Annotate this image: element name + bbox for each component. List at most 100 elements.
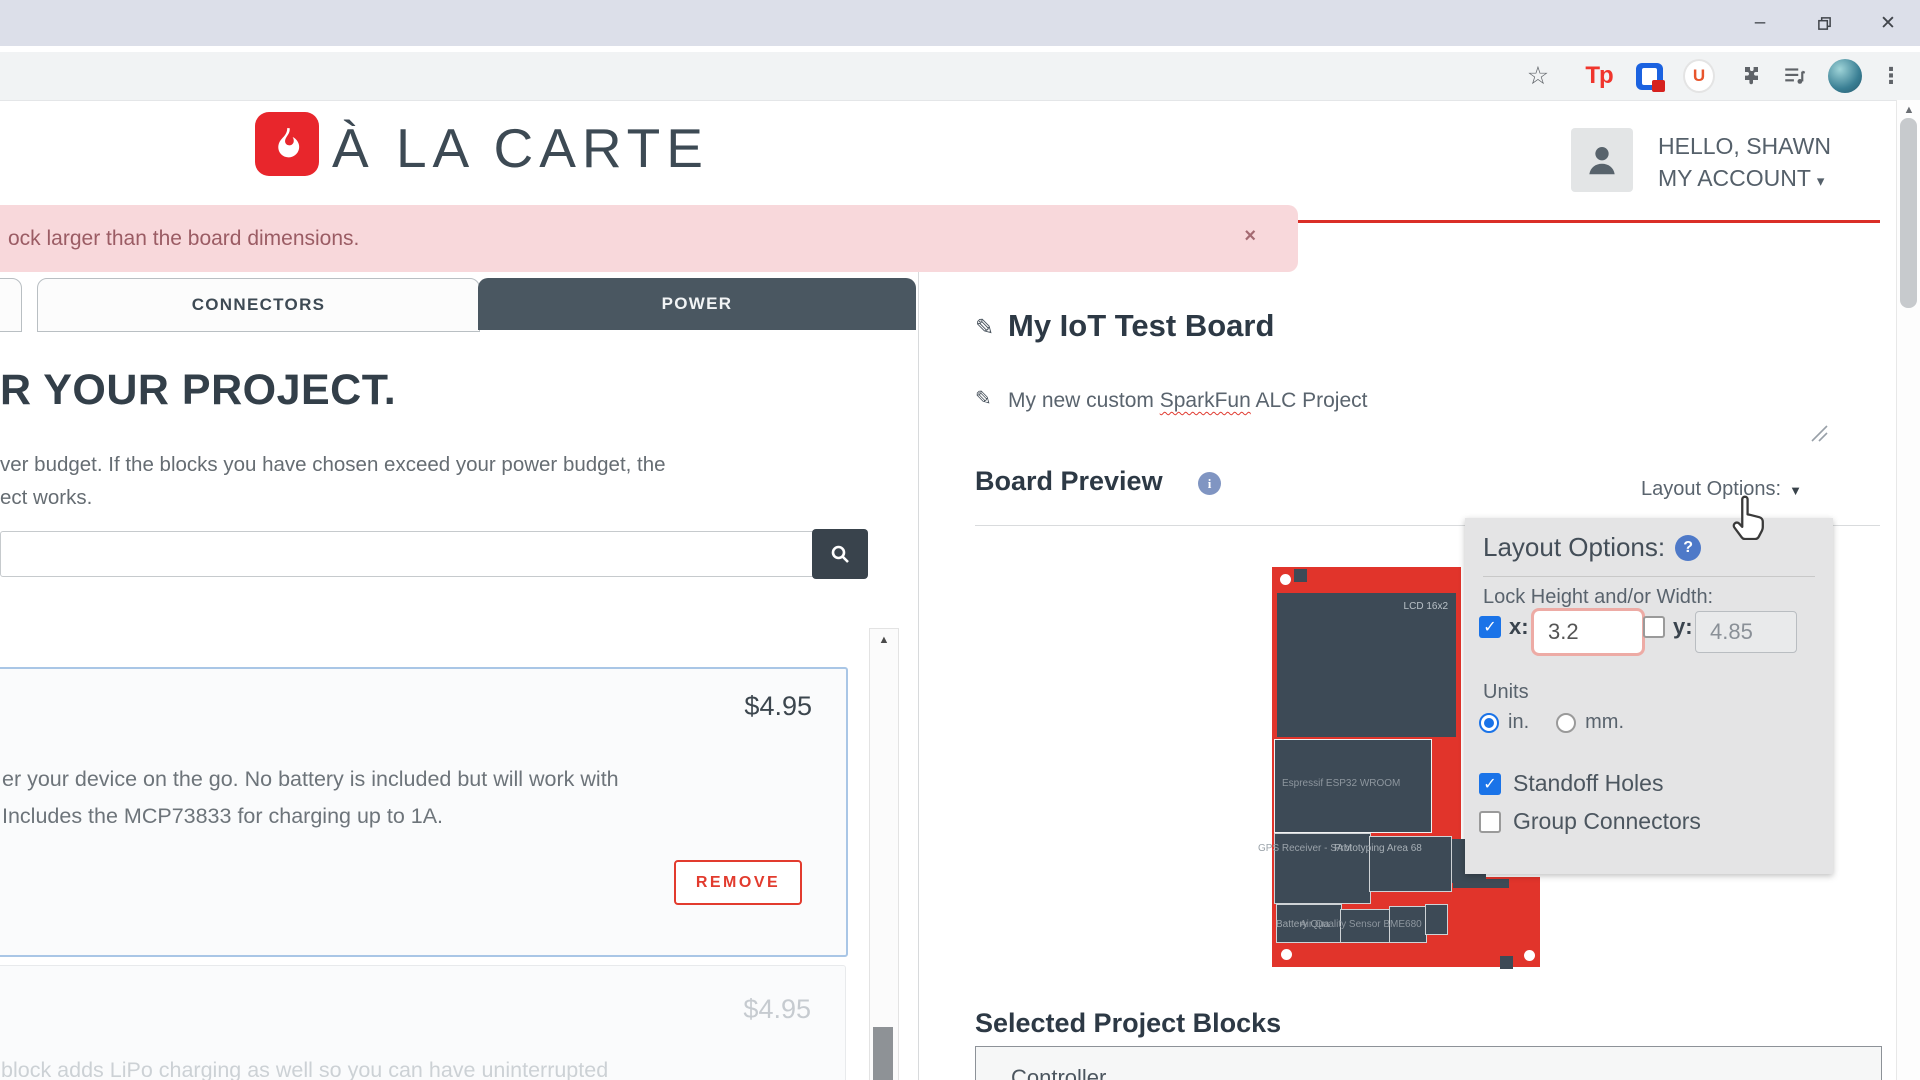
- lock-label: Lock Height and/or Width:: [1483, 586, 1713, 609]
- standoff-label: Standoff Holes: [1513, 770, 1663, 797]
- intro-line1: ver budget. If the blocks you have chose…: [0, 448, 780, 481]
- group-connectors-checkbox[interactable]: [1479, 811, 1501, 833]
- pcb-component: [1294, 569, 1307, 582]
- account-avatar[interactable]: [1571, 128, 1633, 192]
- browser-menu-icon[interactable]: ⋮: [1878, 52, 1904, 100]
- window-close-button[interactable]: ✕: [1856, 0, 1920, 46]
- scroll-up-icon[interactable]: ▲: [870, 634, 898, 646]
- board-title[interactable]: My IoT Test Board: [1008, 308, 1274, 344]
- group-row: Group Connectors: [1479, 808, 1701, 835]
- intro-line2: ect works.: [0, 481, 780, 514]
- flame-icon: [267, 124, 307, 164]
- resize-grip-icon[interactable]: [1808, 422, 1830, 449]
- caret-down-icon: ▼: [1789, 483, 1802, 498]
- tp-glyph: Tp: [1585, 62, 1612, 90]
- popup-divider: [1483, 576, 1815, 577]
- list-scrollbar[interactable]: ▲: [869, 628, 899, 1080]
- product-description: er your device on the go. No battery is …: [2, 761, 619, 835]
- window-restore-button[interactable]: [1792, 0, 1856, 46]
- browser-toolbar: ☆ Tp U ⋮: [0, 52, 1920, 101]
- restore-icon: [1817, 16, 1832, 31]
- board-preview-heading: Board Preview: [975, 466, 1163, 497]
- block-bar: [1453, 879, 1509, 888]
- alert-close-icon[interactable]: ×: [1244, 225, 1256, 248]
- search-icon: [828, 542, 852, 566]
- bookmark-star-icon[interactable]: ☆: [1522, 52, 1554, 100]
- product-card-next[interactable]: $4.95 block adds LiPo charging as well s…: [0, 965, 846, 1080]
- unit-mm-radio[interactable]: [1556, 713, 1576, 733]
- selected-blocks-panel: Controller: [975, 1046, 1882, 1080]
- block-lcd[interactable]: LCD 16x2: [1277, 593, 1456, 737]
- pcb-component: [1500, 956, 1513, 969]
- greeting-text: HELLO, SHAWN: [1658, 130, 1831, 162]
- search-input[interactable]: [0, 531, 824, 577]
- product-card-selected[interactable]: $4.95 er your device on the go. No batte…: [0, 667, 848, 957]
- x-lock-checkbox[interactable]: ✓: [1479, 616, 1501, 638]
- unit-in-radio[interactable]: [1479, 713, 1499, 733]
- screen: – ✕ ☆ Tp U ⋮ À LA CARTE HELLO, SHAWN MY …: [0, 0, 1920, 1080]
- profile-avatar[interactable]: [1827, 52, 1863, 100]
- window-minimize-button[interactable]: –: [1728, 0, 1792, 46]
- list-scrollbar-thumb[interactable]: [873, 1027, 893, 1080]
- edit-description-icon[interactable]: ✎: [975, 386, 992, 411]
- chevron-down-icon: ▾: [1817, 173, 1825, 190]
- mouse-cursor-hand: [1723, 490, 1773, 545]
- group-label: Group Connectors: [1513, 808, 1701, 835]
- scroll-up-icon[interactable]: ▲: [1897, 104, 1920, 116]
- edit-title-icon[interactable]: ✎: [975, 314, 994, 341]
- product-description: block adds LiPo charging as well so you …: [1, 1052, 608, 1080]
- selected-blocks-heading: Selected Project Blocks: [975, 1008, 1281, 1039]
- layout-options-toggle[interactable]: Layout Options:▼: [1641, 478, 1802, 501]
- y-lock-row: y:: [1643, 614, 1693, 640]
- x-lock-row: ✓ x:: [1479, 614, 1529, 640]
- x-dimension-input[interactable]: [1531, 608, 1645, 656]
- board-description[interactable]: My new custom SparkFun ALC Project: [1008, 389, 1368, 413]
- remove-button[interactable]: REMOVE: [674, 860, 802, 905]
- reading-list-icon[interactable]: [1780, 52, 1810, 100]
- u-glyph: U: [1683, 59, 1715, 93]
- popup-title: Layout Options: ?: [1483, 532, 1701, 563]
- standoff-row: ✓ Standoff Holes: [1479, 770, 1663, 797]
- x-label: x:: [1509, 614, 1529, 640]
- ublock-extension-icon[interactable]: U: [1683, 52, 1715, 100]
- block-sensor-3[interactable]: [1425, 904, 1448, 935]
- block-esp32[interactable]: Espressif ESP32 WROOM: [1274, 739, 1432, 833]
- units-label: Units: [1483, 681, 1529, 704]
- extensions-puzzle-icon[interactable]: [1734, 52, 1762, 100]
- alert-message: ock larger than the board dimensions.: [8, 227, 359, 251]
- brand-wordmark[interactable]: À LA CARTE: [332, 116, 709, 180]
- product-price: $4.95: [744, 691, 812, 722]
- standoff-checkbox[interactable]: ✓: [1479, 773, 1501, 795]
- page-title: R YOUR PROJECT.: [0, 366, 396, 415]
- sparkfun-logo[interactable]: [255, 112, 319, 176]
- help-icon[interactable]: ?: [1675, 535, 1701, 561]
- layout-options-popup: Layout Options: ? Lock Height and/or Wid…: [1465, 518, 1833, 874]
- standoff-hole: [1280, 574, 1291, 585]
- info-icon[interactable]: i: [1198, 472, 1221, 495]
- search-button[interactable]: [812, 529, 868, 579]
- alert-banner: ock larger than the board dimensions. ×: [0, 205, 1298, 272]
- page-scrollbar-thumb[interactable]: [1900, 118, 1917, 308]
- intro-text: ver budget. If the blocks you have chose…: [0, 448, 780, 514]
- unit-mm-label: mm.: [1585, 711, 1624, 734]
- window-titlebar: – ✕: [0, 0, 1920, 46]
- my-account-menu[interactable]: MY ACCOUNT ▾: [1658, 162, 1831, 198]
- y-lock-checkbox[interactable]: [1643, 616, 1665, 638]
- person-icon: [1583, 141, 1621, 179]
- spellcheck-word: SparkFun: [1160, 389, 1251, 412]
- tab-connectors[interactable]: CONNECTORS: [37, 278, 480, 332]
- page-scrollbar[interactable]: ▲: [1896, 100, 1920, 1080]
- tab-power[interactable]: POWER: [478, 278, 916, 330]
- y-label: y:: [1673, 614, 1693, 640]
- wallet-extension-icon[interactable]: [1634, 52, 1664, 100]
- standoff-hole: [1281, 949, 1292, 960]
- tp-extension-icon[interactable]: Tp: [1580, 52, 1618, 100]
- units-row: in. mm.: [1479, 711, 1624, 734]
- account-area: HELLO, SHAWN MY ACCOUNT ▾: [1658, 130, 1831, 198]
- standoff-hole: [1524, 950, 1535, 961]
- wallet-icon: [1636, 63, 1663, 90]
- selected-block-item[interactable]: Controller: [1011, 1065, 1106, 1080]
- tab-partial[interactable]: [0, 278, 22, 332]
- product-price: $4.95: [743, 994, 811, 1025]
- y-dimension-input[interactable]: [1695, 611, 1797, 653]
